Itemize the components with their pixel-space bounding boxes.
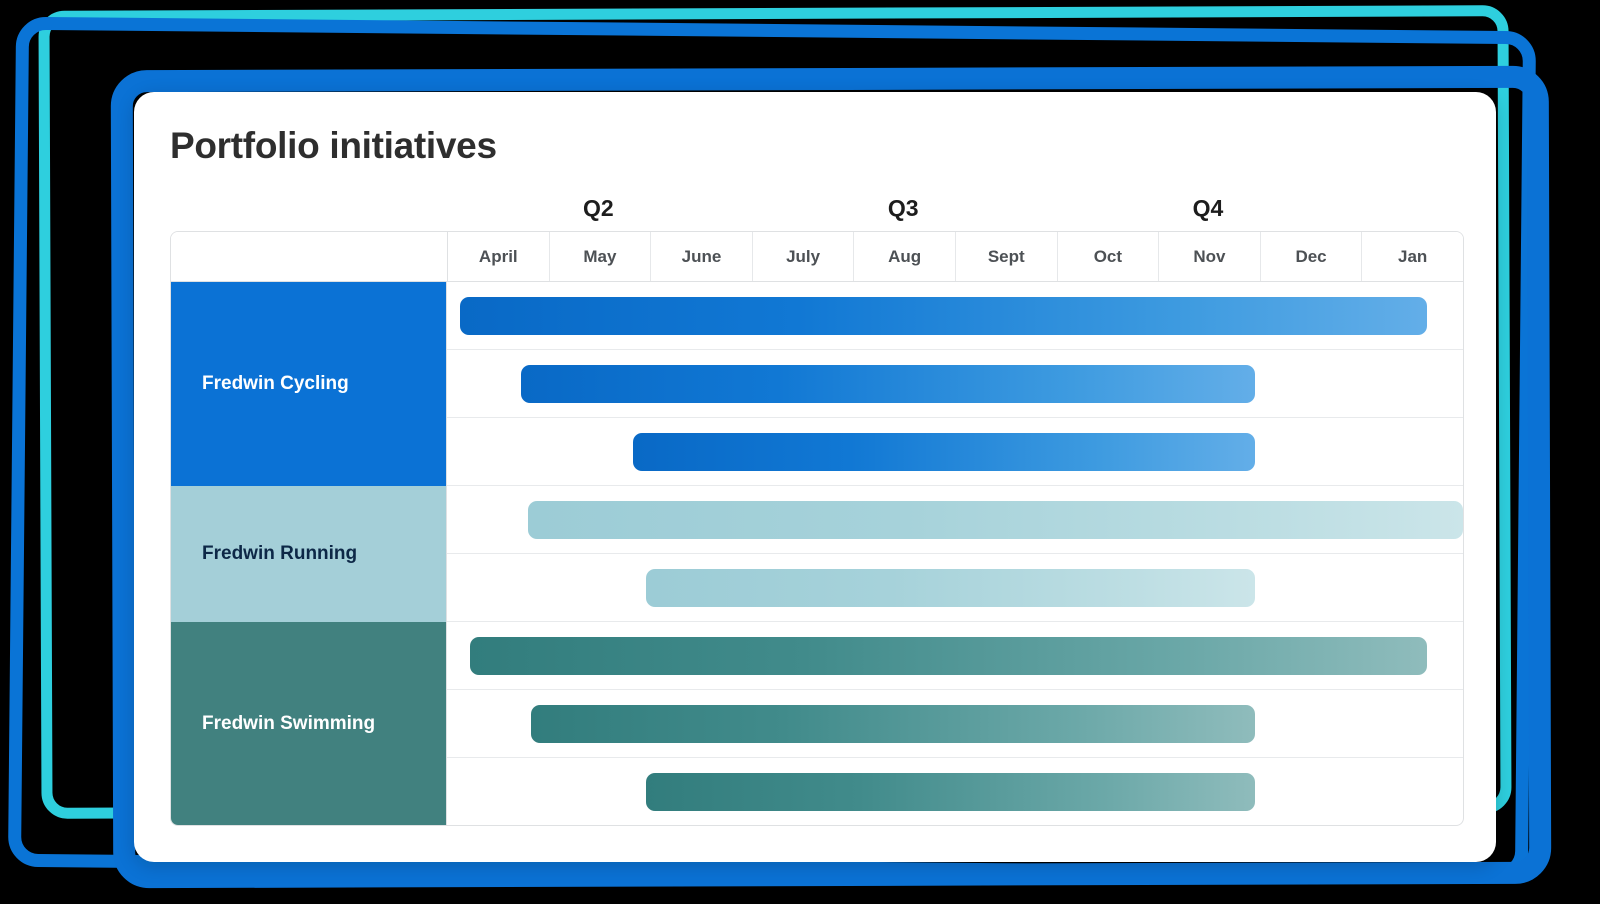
month-header-may[interactable]: May <box>550 232 652 281</box>
gantt-bar[interactable] <box>528 500 1463 539</box>
month-header-nov[interactable]: Nov <box>1159 232 1261 281</box>
gantt-row <box>447 622 1463 690</box>
gantt-bar[interactable] <box>521 364 1255 403</box>
month-header-aug[interactable]: Aug <box>854 232 956 281</box>
month-header-dec[interactable]: Dec <box>1261 232 1363 281</box>
gantt-table: April May June July Aug Sept Oct Nov Dec Jan Fred… <box>170 231 1464 826</box>
group-rows <box>447 282 1463 486</box>
quarter-label-empty <box>751 191 853 229</box>
quarter-strip-spacer <box>170 191 446 229</box>
quarter-label-q3: Q3 <box>887 195 919 221</box>
gantt-row <box>447 758 1463 825</box>
quarter-label-empty <box>1056 191 1158 229</box>
quarter-header-strip: Q2 Q3 Q4 <box>170 191 1462 229</box>
gantt-bar[interactable] <box>460 296 1428 335</box>
month-header-july[interactable]: July <box>753 232 855 281</box>
group-rows <box>447 622 1463 825</box>
quarter-label-empty <box>446 191 548 229</box>
screenshot-stage: Portfolio initiatives Q2 Q3 Q4 April May Jun… <box>0 0 1600 904</box>
quarter-label-q2: Q2 <box>583 195 614 221</box>
gantt-body: Fredwin Cycling Fredwin Running Fredwin Sw… <box>171 282 1463 825</box>
gantt-row <box>447 418 1463 486</box>
gantt-row <box>447 282 1463 350</box>
gantt-row <box>447 554 1463 622</box>
quarter-label-empty <box>1259 191 1361 229</box>
month-header-april[interactable]: April <box>448 232 550 281</box>
gantt-group: Fredwin Running <box>171 486 1463 622</box>
month-header-sept[interactable]: Sept <box>956 232 1058 281</box>
gantt-group: Fredwin Cycling <box>171 282 1463 486</box>
quarter-label-empty <box>1360 191 1462 229</box>
quarter-label-empty <box>649 191 751 229</box>
gantt-row <box>447 486 1463 554</box>
group-label-fredwin-running[interactable]: Fredwin Running <box>171 486 447 622</box>
gantt-row <box>447 350 1463 418</box>
gantt-row <box>447 690 1463 758</box>
quarter-label-empty <box>954 191 1056 229</box>
page-title: Portfolio initiatives <box>170 125 497 166</box>
group-rows <box>447 486 1463 622</box>
group-label-fredwin-swimming[interactable]: Fredwin Swimming <box>171 622 447 825</box>
month-header-june[interactable]: June <box>651 232 753 281</box>
gantt-group: Fredwin Swimming <box>171 622 1463 825</box>
gantt-bar[interactable] <box>646 568 1255 607</box>
gantt-bar[interactable] <box>632 432 1255 471</box>
quarter-label-q4: Q4 <box>1192 195 1224 221</box>
portfolio-card: Portfolio initiatives Q2 Q3 Q4 April May Jun… <box>134 92 1496 862</box>
gantt-header-row: April May June July Aug Sept Oct Nov Dec Jan <box>171 232 1463 282</box>
group-label-fredwin-cycling[interactable]: Fredwin Cycling <box>171 282 447 486</box>
gantt-bar[interactable] <box>531 704 1255 743</box>
gantt-bar[interactable] <box>470 636 1428 675</box>
gantt-header-corner <box>171 232 448 281</box>
month-header-oct[interactable]: Oct <box>1058 232 1160 281</box>
gantt-bar[interactable] <box>646 772 1255 811</box>
month-header-jan[interactable]: Jan <box>1362 232 1463 281</box>
